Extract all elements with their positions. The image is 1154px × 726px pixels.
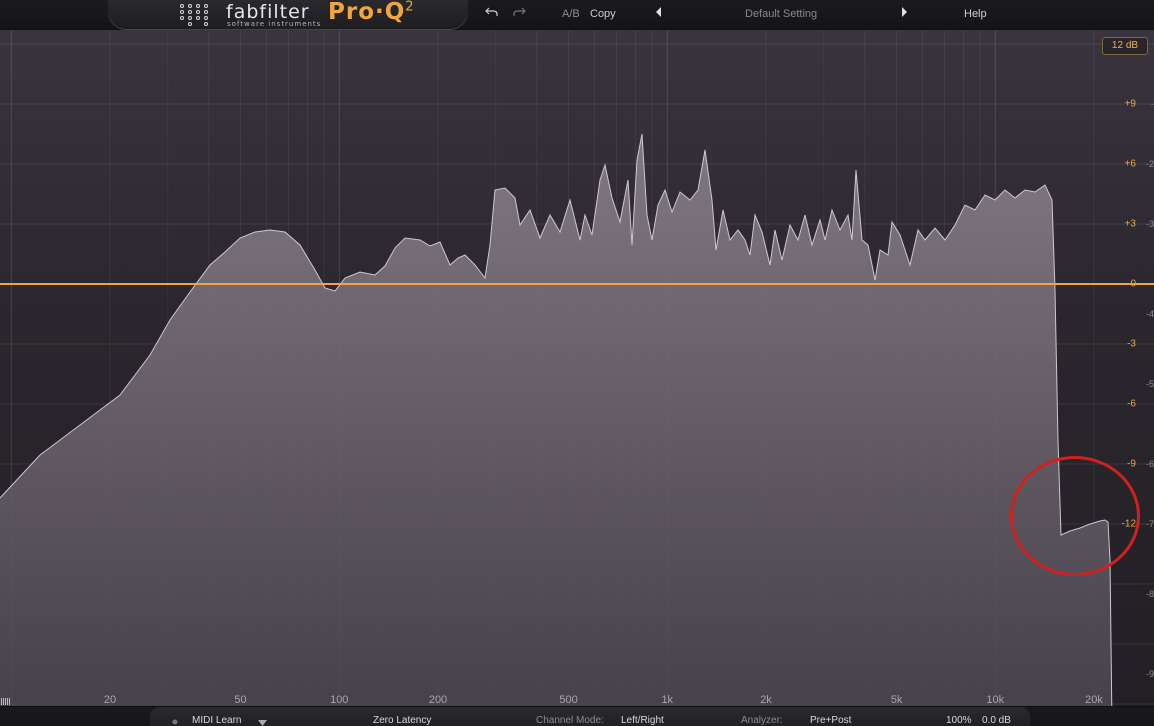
spectrum-graph-svg [0,30,1154,706]
midi-learn-dot-icon [172,717,178,726]
preset-prev-icon[interactable] [655,7,663,20]
fabfilter-logo-icon [180,4,212,26]
analyzer-level-label: -3 [1145,219,1154,229]
freq-label: 50 [234,694,247,706]
logo-block: fabfilter software instruments Pro·Q2 [108,0,468,30]
analyzer-level-label: -7 [1145,519,1154,529]
gain-label: -6 [1127,398,1136,410]
bottom-bar: MIDI Learn Zero Latency Channel Mode: Le… [0,706,1154,726]
freq-label: 20 [103,694,117,706]
gain-label: 0 [1130,278,1136,290]
product-version: 2 [405,0,415,15]
db-range-button[interactable]: 12 dB [1102,37,1148,55]
level-meter-icon [1,697,11,705]
freq-label: 200 [428,694,448,706]
eq-plugin-window: fabfilter software instruments Pro·Q2 A/… [0,0,1154,726]
gain-label: +6 [1124,158,1136,170]
analyzer-level-label: -9 [1145,669,1154,679]
preset-name[interactable]: Default Setting [745,8,817,20]
annotation-circle [1010,456,1140,576]
copy-button[interactable]: Copy [590,8,616,20]
analyzer-label: Analyzer: [741,715,783,726]
brand-subtitle: software instruments [227,20,322,28]
spectrum-area [0,134,1112,706]
eq-graph[interactable]: 20 50 100 200 500 1k 2k 5k 10k 20k +9 +6 +3 0 -3 -6 -9-… [0,30,1154,706]
gain-label: +9 [1124,98,1136,110]
help-button[interactable]: Help [964,8,987,20]
product-name-text: Pro·Q [328,0,406,25]
freq-label: 1k [661,694,674,706]
freq-label: 5k [890,694,903,706]
gain-label: -9 [1127,458,1136,470]
analyzer-level-label: -4 [1145,309,1154,319]
freq-label: 2k [760,694,772,706]
channel-mode-value[interactable]: Left/Right [621,715,664,726]
product-name: Pro·Q2 [328,0,415,25]
freq-label: 100 [330,694,349,706]
preset-next-icon[interactable] [900,7,908,20]
zoom-level[interactable]: 100% [946,715,972,726]
redo-icon[interactable] [512,6,526,21]
top-toolbar: fabfilter software instruments Pro·Q2 A/… [0,0,1154,30]
undo-icon[interactable] [485,6,499,21]
output-gain[interactable]: 0.0 dB [982,715,1011,726]
analyzer-level-label: -5 [1145,379,1154,389]
channel-mode-label: Channel Mode: [536,715,604,726]
analyzer-level-label: -8 [1145,589,1154,599]
freq-label: 20k [1085,694,1103,706]
latency-mode[interactable]: Zero Latency [373,715,431,726]
gain-label: -3 [1127,338,1136,350]
gain-label: +3 [1124,218,1136,230]
analyzer-level-label: -2 [1145,159,1154,169]
midi-learn-button[interactable]: MIDI Learn [192,715,241,726]
freq-label: 10k [986,694,1005,706]
ab-button[interactable]: A/B [562,8,580,20]
analyzer-value[interactable]: Pre+Post [810,715,851,726]
analyzer-level-label: -6 [1145,459,1154,469]
midi-learn-dropdown-icon[interactable] [258,718,267,726]
freq-label: 500 [559,694,578,706]
